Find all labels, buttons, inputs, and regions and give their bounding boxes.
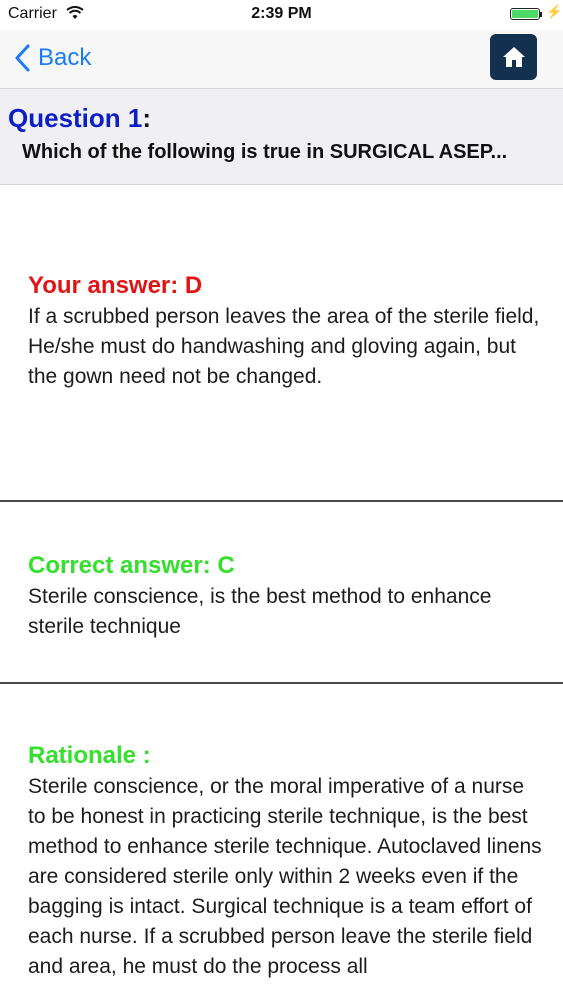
navigation-bar: Back — [0, 30, 563, 88]
rationale-title: Rationale : — [28, 742, 151, 769]
rationale-text: Sterile conscience, or the moral imperat… — [28, 775, 542, 978]
question-header: Question 1: Which of the following is tr… — [0, 88, 563, 185]
your-answer-text: If a scrubbed person leaves the area of … — [28, 305, 540, 388]
status-bar: Carrier 2:39 PM ⚡ — [0, 0, 563, 30]
divider — [0, 500, 563, 502]
battery-tip — [540, 12, 542, 17]
question-text: Which of the following is true in SURGIC… — [22, 141, 508, 163]
divider — [0, 682, 563, 684]
question-number: Question 1 — [8, 103, 143, 133]
question-title: Question 1: — [8, 103, 151, 134]
home-button[interactable] — [490, 34, 537, 80]
charging-icon: ⚡ — [546, 4, 563, 19]
clock: 2:39 PM — [251, 5, 312, 22]
your-answer-title: Your answer: D — [28, 272, 203, 299]
chevron-left-icon — [15, 44, 30, 72]
question-colon: : — [142, 103, 152, 133]
back-button[interactable]: Back — [14, 40, 91, 76]
back-label: Back — [38, 44, 92, 71]
correct-answer-title: Correct answer: C — [28, 552, 235, 579]
home-icon — [502, 47, 525, 67]
battery-icon — [510, 8, 540, 20]
correct-answer-text: Sterile conscience, is the best method t… — [28, 585, 492, 638]
